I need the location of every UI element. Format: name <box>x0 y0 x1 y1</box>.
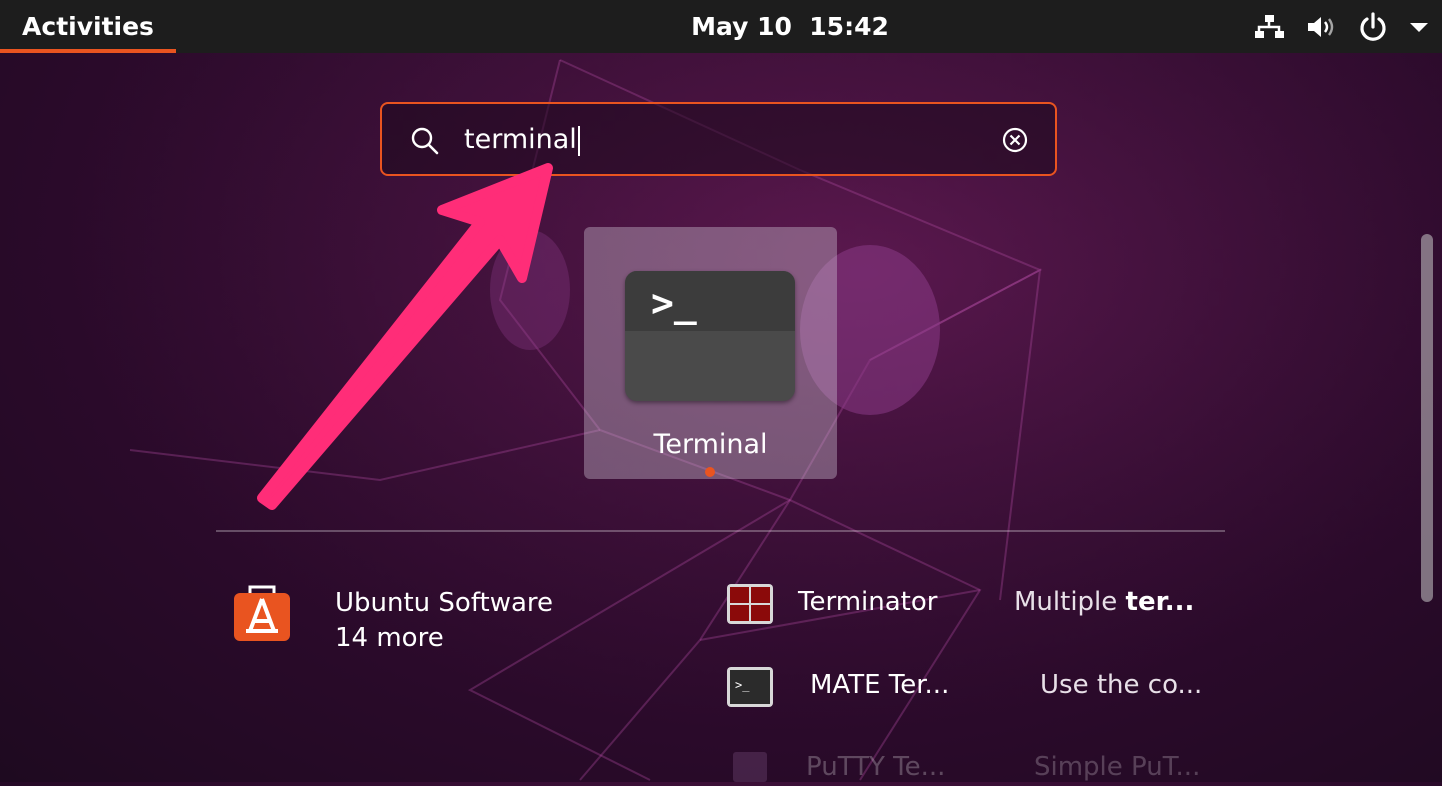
running-indicator <box>705 467 715 477</box>
search-field[interactable]: terminal <box>380 102 1057 176</box>
activities-active-indicator <box>0 49 176 53</box>
provider-more: 14 more <box>335 623 444 653</box>
result-name: MATE Ter... <box>810 670 950 700</box>
result-description-text: Multiple <box>1014 587 1126 617</box>
terminator-icon <box>727 584 773 628</box>
top-bar: Activities May 10 15:42 <box>0 0 1442 53</box>
svg-text:>_: >_ <box>735 678 750 692</box>
putty-icon <box>733 752 767 786</box>
search-icon <box>410 126 440 160</box>
activities-label: Activities <box>22 12 154 41</box>
provider-name: Ubuntu Software <box>335 588 554 618</box>
result-name: PuTTY Te... <box>806 752 946 782</box>
activities-button[interactable]: Activities <box>0 0 176 53</box>
network-icon[interactable] <box>1254 14 1284 40</box>
result-description: Simple PuT... <box>1034 752 1201 782</box>
ubuntu-software-icon <box>232 583 292 647</box>
clear-icon[interactable] <box>1001 126 1029 158</box>
terminal-icon: >_ <box>625 271 795 401</box>
menu-arrow-icon[interactable] <box>1410 21 1428 33</box>
mate-terminal-icon: >_ <box>727 667 773 711</box>
result-description-match: ter... <box>1125 587 1195 617</box>
system-tray[interactable] <box>1254 0 1428 53</box>
results-divider <box>216 530 1225 532</box>
text-caret <box>577 125 580 156</box>
app-label: Terminal <box>653 429 768 460</box>
result-name: Terminator <box>798 587 938 617</box>
scrollbar[interactable] <box>1421 234 1433 602</box>
clock[interactable]: May 10 15:42 <box>660 0 920 53</box>
volume-icon[interactable] <box>1306 14 1336 40</box>
result-description: Use the co... <box>1040 670 1203 700</box>
power-icon[interactable] <box>1358 11 1388 42</box>
app-tile-terminal[interactable]: >_ Terminal <box>584 227 837 479</box>
result-description: Multiple ter... <box>1014 587 1194 617</box>
search-input[interactable]: terminal <box>464 104 580 176</box>
search-query: terminal <box>464 124 577 155</box>
